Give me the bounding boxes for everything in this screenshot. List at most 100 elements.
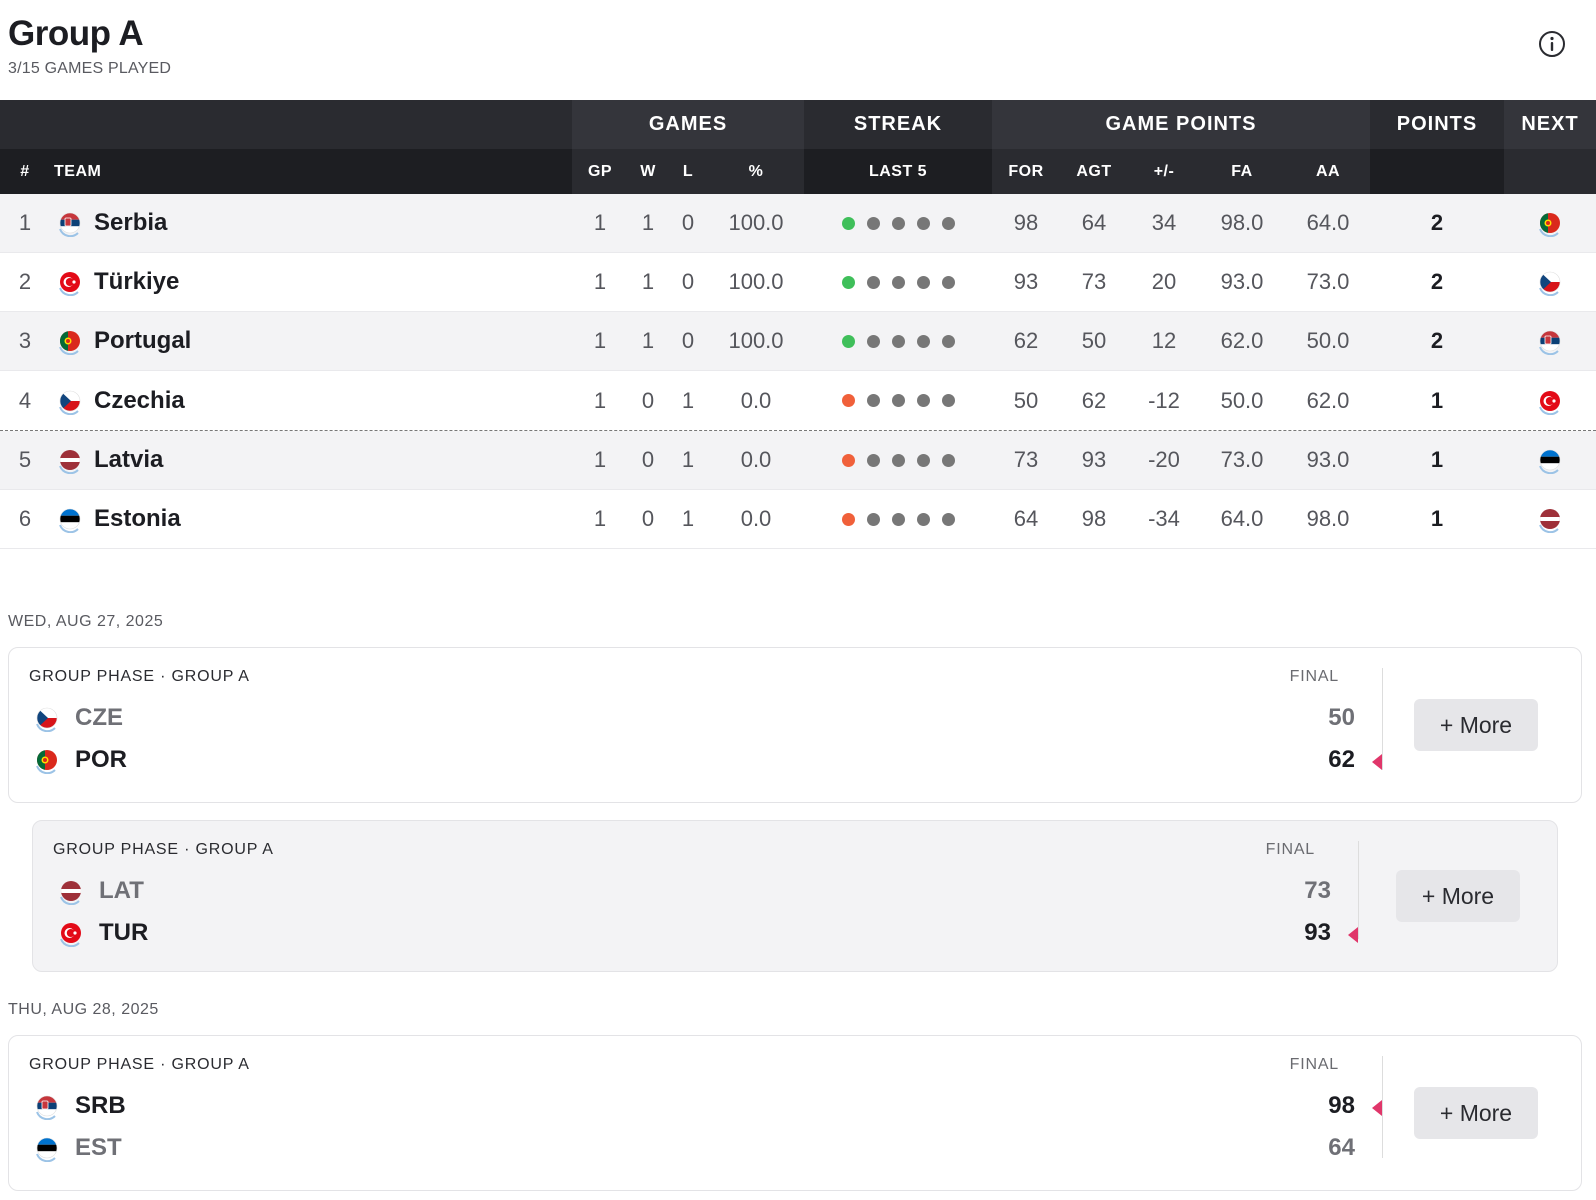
latvia-flag-icon [57,877,85,905]
streak-dot-empty [866,275,880,289]
cell-pts: 2 [1430,210,1444,235]
team-cell[interactable]: Portugal [56,312,556,370]
divider [1358,841,1359,939]
game-team[interactable]: LAT [57,877,144,905]
turkiye-flag-icon [1536,387,1564,415]
game-team[interactable]: CZE [33,704,123,732]
game-team[interactable]: POR [33,746,127,774]
cell-fa: 73.0 [1220,447,1264,472]
cell-l: 1 [681,387,695,413]
estonia-flag-icon [33,1134,61,1162]
streak-dot-empty [866,453,880,467]
table-row[interactable]: 5 1 0 1 0.0 73 93 -20 73.0 93.0 1 Latvia [0,431,1596,490]
team-name: Türkiye [94,268,180,295]
date-heading: WED, AUG 27, 2025 [8,613,164,630]
streak-dot-empty [916,216,930,230]
cell-fa: 98.0 [1220,210,1264,235]
serbia-flag-icon [33,1092,61,1120]
more-button[interactable]: + More [1414,1087,1538,1139]
streak-dot-loss [841,453,855,467]
streak-dot-empty [866,394,880,407]
serbia-flag-icon [56,209,84,237]
table-row[interactable]: 1 1 1 0 100.0 98 64 34 98.0 64.0 2 Serbia [0,194,1596,253]
team-code: CZE [75,704,123,731]
next-opponent[interactable] [1504,371,1596,430]
info-icon[interactable] [1538,30,1566,58]
cell-pct: 0.0 [740,387,772,413]
col-fa[interactable]: FA [1202,149,1282,194]
cell-rank: 6 [18,506,32,531]
next-opponent[interactable] [1504,431,1596,489]
next-opponent[interactable] [1504,490,1596,548]
col-w[interactable]: W [628,149,668,194]
streak-dot-loss [841,394,855,407]
more-button[interactable]: + More [1414,699,1538,751]
team-cell[interactable]: Czechia [56,371,556,430]
cell-l: 1 [681,447,695,472]
team-code: TUR [99,919,149,946]
cell-for: 62 [1013,328,1039,353]
streak-dot-win [841,275,855,289]
cell-diff: 12 [1151,328,1177,353]
turkiye-flag-icon [56,268,84,296]
col-aa[interactable]: AA [1288,149,1368,194]
cell-diff: -34 [1148,506,1180,531]
page-title: Group A [8,14,144,53]
cell-pts: 1 [1430,506,1444,531]
cell-gp: 1 [593,328,607,353]
next-opponent[interactable] [1504,194,1596,252]
team-cell[interactable]: Türkiye [56,253,556,311]
cell-w: 0 [641,447,655,472]
table-row[interactable]: 3 1 1 0 100.0 62 50 12 62.0 50.0 2 Portugal [0,312,1596,371]
team-score: 93 [1304,919,1331,946]
table-row[interactable]: 6 1 0 1 0.0 64 98 -34 64.0 98.0 1 Estonia [0,490,1596,549]
team-cell[interactable]: Serbia [56,194,556,252]
next-opponent[interactable] [1504,312,1596,370]
table-row[interactable]: 4 1 0 1 0.0 50 62 -12 50.0 62.0 1 Czechia [0,371,1596,431]
cell-pct: 100.0 [728,210,784,235]
col-gp[interactable]: GP [580,149,620,194]
game-status: FINAL [1289,1056,1339,1073]
streak-dot-win [841,216,855,230]
cell-pts: 1 [1430,447,1444,472]
table-row[interactable]: 2 1 1 0 100.0 93 73 20 93.0 73.0 2 Türkiye [0,253,1596,312]
cell-pts: 2 [1430,328,1444,353]
team-score: 50 [1328,704,1355,731]
games-played-subtitle: 3/15 GAMES PLAYED [8,60,172,77]
game-card[interactable]: GROUP PHASE · GROUP A FINAL LAT 73 TUR 9… [32,820,1558,972]
cell-fa: 93.0 [1220,269,1264,294]
cell-diff: 34 [1151,210,1177,235]
col-l[interactable]: L [668,149,708,194]
streak-dot-empty [891,216,905,230]
game-status: FINAL [1289,668,1339,685]
col-for[interactable]: FOR [996,149,1056,194]
streak-dot-empty [891,453,905,467]
streak-dot-empty [916,334,930,348]
game-team[interactable]: EST [33,1134,122,1162]
game-team[interactable]: TUR [57,919,148,947]
next-opponent[interactable] [1504,253,1596,311]
cell-l: 0 [681,269,695,294]
col-agt[interactable]: AGT [1064,149,1124,194]
col-diff[interactable]: +/- [1134,149,1194,194]
cell-for: 64 [1013,506,1039,531]
col-pct[interactable]: % [716,149,796,194]
group-header-points: POINTS [1396,113,1478,135]
game-card[interactable]: GROUP PHASE · GROUP A FINAL CZE 50 POR 6… [8,647,1582,803]
team-cell[interactable]: Latvia [56,431,556,489]
cell-aa: 50.0 [1306,328,1350,353]
game-team[interactable]: SRB [33,1092,126,1120]
cell-w: 1 [641,269,655,294]
cell-gp: 1 [593,506,607,531]
game-phase-label: GROUP PHASE · GROUP A [53,841,274,858]
team-cell[interactable]: Estonia [56,490,556,548]
streak-dot-empty [891,512,905,526]
estonia-flag-icon [56,505,84,533]
cell-pct: 100.0 [728,269,784,294]
streak-dot-empty [916,394,930,407]
portugal-flag-icon [33,746,61,774]
table-group-header: GAMES STREAK GAME POINTS POINTS NEXT [0,100,1596,149]
cell-agt: 98 [1081,506,1107,531]
game-card[interactable]: GROUP PHASE · GROUP A FINAL SRB 98 EST 6… [8,1035,1582,1191]
more-button[interactable]: + More [1396,870,1520,922]
